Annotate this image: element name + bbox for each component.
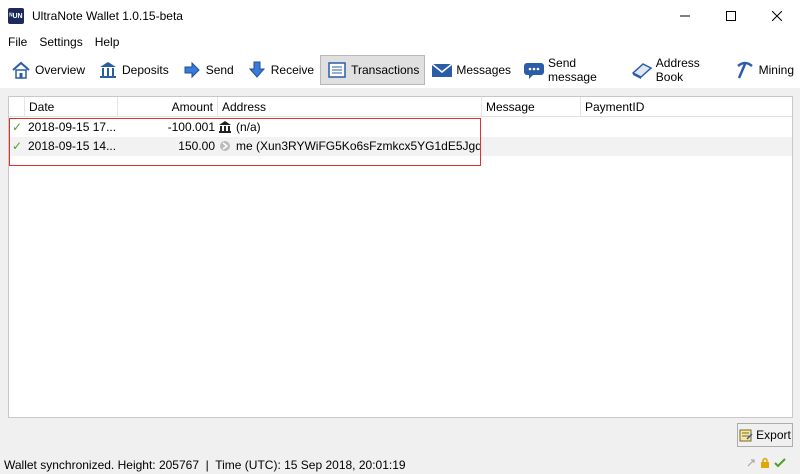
envelope-icon bbox=[431, 59, 453, 81]
status-bar: Wallet synchronized. Height: 205767 | Ti… bbox=[0, 456, 800, 474]
close-icon bbox=[772, 11, 782, 21]
row-date: 2018-09-15 14... bbox=[28, 139, 117, 153]
address-book-button[interactable]: Address Book bbox=[625, 55, 728, 85]
send-button[interactable]: Send bbox=[175, 55, 240, 85]
menu-bar: File Settings Help bbox=[0, 32, 800, 52]
row-address: me (Xun3RYWiFG5Ko6sFzmkcx5YG1dE5Jgd... bbox=[236, 139, 480, 153]
row-message bbox=[484, 137, 579, 156]
export-label: Export bbox=[756, 428, 791, 442]
column-header-status[interactable] bbox=[9, 97, 25, 117]
table-header: Date Amount Address Message PaymentID bbox=[9, 97, 792, 117]
export-button[interactable]: Export bbox=[737, 423, 793, 447]
menu-help[interactable]: Help bbox=[89, 32, 126, 52]
title-bar: ᴺUN UltraNote Wallet 1.0.15-beta bbox=[0, 0, 800, 32]
confirmed-check-icon: ✓ bbox=[12, 139, 23, 153]
minimize-button[interactable] bbox=[662, 0, 708, 32]
row-message bbox=[484, 118, 579, 137]
row-date: 2018-09-15 17... bbox=[28, 120, 117, 134]
table-row[interactable]: ✓ 2018-09-15 14... 150.00 me (Xun3RYWiFG… bbox=[9, 137, 792, 156]
column-header-date[interactable]: Date bbox=[25, 97, 118, 117]
export-icon bbox=[739, 428, 753, 442]
row-payment-id bbox=[583, 118, 788, 137]
transactions-label: Transactions bbox=[351, 63, 420, 77]
deposits-button[interactable]: Deposits bbox=[91, 55, 175, 85]
messages-button[interactable]: Messages bbox=[425, 55, 517, 85]
column-header-address[interactable]: Address bbox=[218, 97, 482, 117]
column-header-message[interactable]: Message bbox=[482, 97, 581, 117]
mining-label: Mining bbox=[758, 63, 794, 77]
lock-icon bbox=[761, 457, 769, 468]
column-header-amount[interactable]: Amount bbox=[118, 97, 218, 117]
chat-bubble-icon bbox=[523, 59, 545, 81]
bank-icon bbox=[219, 118, 233, 137]
address-book-icon bbox=[631, 59, 653, 81]
row-amount: -100.001 bbox=[167, 120, 215, 134]
receive-label: Receive bbox=[270, 63, 315, 77]
close-button[interactable] bbox=[754, 0, 800, 32]
app-logo-icon: ᴺUN bbox=[8, 8, 24, 24]
maximize-button[interactable] bbox=[708, 0, 754, 32]
row-payment-id bbox=[583, 137, 788, 156]
status-icons bbox=[746, 457, 786, 469]
menu-file[interactable]: File bbox=[2, 32, 33, 52]
maximize-icon bbox=[726, 11, 736, 21]
transactions-table[interactable]: Date Amount Address Message PaymentID ✓ … bbox=[8, 96, 793, 418]
send-arrow-icon bbox=[181, 59, 203, 81]
messages-label: Messages bbox=[456, 63, 512, 77]
row-amount: 150.00 bbox=[178, 139, 215, 153]
receive-arrow-icon bbox=[246, 59, 268, 81]
synced-check-icon bbox=[774, 458, 786, 468]
sync-icon bbox=[747, 459, 755, 467]
row-address: (n/a) bbox=[236, 120, 261, 134]
overview-button[interactable]: Overview bbox=[4, 55, 91, 85]
incoming-icon bbox=[219, 137, 233, 156]
transactions-button[interactable]: Transactions bbox=[320, 55, 426, 85]
menu-settings[interactable]: Settings bbox=[33, 32, 88, 52]
receive-button[interactable]: Receive bbox=[240, 55, 320, 85]
address-book-label: Address Book bbox=[655, 56, 700, 84]
overview-label: Overview bbox=[35, 63, 86, 77]
mining-button[interactable]: Mining bbox=[728, 55, 800, 85]
confirmed-check-icon: ✓ bbox=[12, 120, 23, 134]
send-message-label: Send message bbox=[548, 56, 597, 84]
window-controls bbox=[662, 0, 800, 32]
home-icon bbox=[10, 59, 32, 81]
deposits-label: Deposits bbox=[122, 63, 169, 77]
bank-icon bbox=[97, 59, 119, 81]
transactions-list-icon bbox=[326, 59, 348, 81]
send-label: Send bbox=[205, 63, 234, 77]
column-header-paymentid[interactable]: PaymentID bbox=[581, 97, 792, 117]
minimize-icon bbox=[680, 15, 690, 17]
window-title: UltraNote Wallet 1.0.15-beta bbox=[32, 9, 183, 23]
status-text: Wallet synchronized. Height: 205767 | Ti… bbox=[4, 458, 406, 472]
table-row[interactable]: ✓ 2018-09-15 17... -100.001 (n/a) bbox=[9, 118, 792, 137]
toolbar: Overview Deposits Send Receive Transacti… bbox=[0, 52, 800, 88]
pickaxe-icon bbox=[734, 59, 756, 81]
send-message-button[interactable]: Send message bbox=[517, 55, 625, 85]
